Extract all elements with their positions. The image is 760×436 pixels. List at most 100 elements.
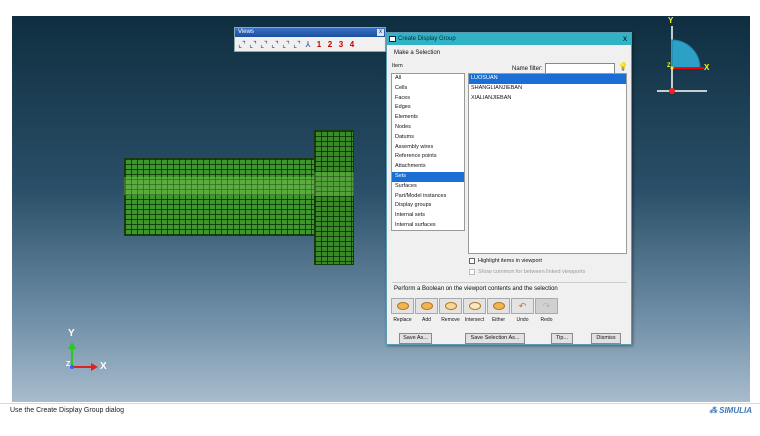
item-internal-surfaces[interactable]: Internal surfaces (392, 221, 464, 231)
show-common-row: Show common for between linked viewports (469, 269, 585, 275)
highlight-items-checkbox[interactable] (469, 258, 475, 264)
intersect-button[interactable] (463, 298, 486, 314)
set-item-luosuan[interactable]: LUOSUAN (469, 74, 626, 84)
item-sets[interactable]: Sets (392, 171, 464, 182)
set-item-shanglianjieban[interactable]: SHANGLIANJIEBAN (469, 84, 626, 94)
replace-icon (396, 302, 409, 310)
set-list[interactable]: LUOSUAN SHANGLIANJIEBAN XIALIANJIEBAN (468, 73, 627, 254)
item-header: Item (392, 63, 403, 69)
item-datums[interactable]: Datums (392, 133, 464, 143)
user-view-3-button[interactable]: 3 (336, 40, 346, 49)
simulia-logo: ⁂ SIMULIA (709, 406, 752, 415)
set-item-xialianjieban[interactable]: XIALIANJIEBAN (469, 94, 626, 104)
user-view-2-button[interactable]: 2 (325, 40, 335, 49)
redo-icon: ↷ (542, 300, 551, 311)
view-iso-icon[interactable]: ⅄ (303, 39, 313, 50)
user-view-4-button[interactable]: 4 (347, 40, 357, 49)
views-buttons: ⌞⌝ ⌞⌝ ⌞⌝ ⌞⌝ ⌞⌝ ⌞⌝ ⅄ 1 2 3 4 (235, 37, 385, 52)
views-toolbar-title: Views x (235, 28, 385, 37)
replace-button[interactable] (391, 298, 414, 314)
redo-label: Redo (540, 317, 553, 323)
add-label: Add (422, 317, 431, 323)
view-bottom-icon[interactable]: ⌞⌝ (270, 39, 280, 50)
dismiss-button[interactable]: Dismiss (591, 333, 621, 344)
item-all[interactable]: All (392, 74, 464, 84)
boolean-buttons: ↶ ↷ (391, 298, 558, 314)
add-icon (420, 302, 433, 310)
create-display-group-dialog: Create Display Group x Make a Selection … (386, 32, 632, 345)
either-label: Either (491, 317, 506, 323)
mesh-shaft[interactable] (124, 158, 316, 236)
status-bar: Use the Create Display Group dialog ⁂ SIM… (0, 403, 760, 421)
triad-x-label: X (100, 361, 107, 372)
coordinate-triad (68, 342, 98, 371)
name-filter-label: Name filter: (512, 66, 543, 72)
dialog-title: Create Display Group (398, 36, 456, 42)
dialog-window-icon (389, 36, 396, 42)
triad-z-label: Z (66, 361, 71, 368)
item-cells[interactable]: Cells (392, 84, 464, 94)
views-close-button[interactable]: x (377, 29, 384, 36)
undo-label: Undo (516, 317, 529, 323)
intersect-label: Intersect (464, 317, 485, 323)
view-top-icon[interactable]: ⌞⌝ (259, 39, 269, 50)
view-right-icon[interactable]: ⌞⌝ (292, 39, 302, 50)
undo-icon: ↶ (518, 300, 527, 311)
mesh-flange-highlight (314, 172, 354, 196)
mesh-shaft-highlight (124, 177, 316, 195)
simulia-logo-icon: ⁂ (709, 406, 718, 415)
item-elements[interactable]: Elements (392, 113, 464, 123)
make-selection-label: Make a Selection (394, 50, 441, 56)
item-attachments[interactable]: Attachments (392, 162, 464, 172)
item-reference-points[interactable]: Reference points (392, 152, 464, 162)
intersect-icon (468, 302, 481, 310)
abaqus-window: Y X Z Y X Z Views x ⌞⌝ ⌞⌝ ⌞⌝ ⌞⌝ ⌞⌝ ⌞⌝ ⅄ (0, 0, 760, 436)
show-common-checkbox (469, 269, 475, 275)
orientation-gizmo (657, 26, 707, 94)
tip-button[interactable]: Tip... (551, 333, 573, 344)
either-icon (492, 302, 505, 310)
item-internal-sets[interactable]: Internal sets (392, 211, 464, 221)
item-surfaces[interactable]: Surfaces (392, 182, 464, 192)
item-list[interactable]: All Cells Faces Edges Elements Nodes Datums Ass… (391, 73, 465, 231)
replace-label: Replace (393, 317, 412, 323)
undo-button[interactable]: ↶ (511, 298, 534, 314)
triad-y-label: Y (68, 328, 75, 339)
remove-label: Remove (441, 317, 460, 323)
model-viewport[interactable]: Y X Z (12, 16, 750, 402)
view-left-icon[interactable]: ⌞⌝ (281, 39, 291, 50)
either-button[interactable] (487, 298, 510, 314)
boolean-label: Perform a Boolean on the viewport conten… (394, 286, 558, 292)
save-as-button[interactable]: Save As... (399, 333, 432, 344)
item-part-model-instances[interactable]: Part/Model instances (392, 192, 464, 202)
dialog-close-icon[interactable]: x (623, 33, 627, 45)
gizmo-x-label: X (704, 63, 710, 72)
gizmo-z-label: Z (667, 63, 671, 69)
status-text: Use the Create Display Group dialog (10, 407, 125, 414)
view-back-icon[interactable]: ⌞⌝ (248, 39, 258, 50)
highlight-items-label: Highlight items in viewport (478, 258, 542, 264)
item-nodes[interactable]: Nodes (392, 123, 464, 133)
simulia-brand: SIMULIA (719, 406, 752, 415)
item-assembly-wires[interactable]: Assembly wires (392, 143, 464, 153)
views-toolbar: Views x ⌞⌝ ⌞⌝ ⌞⌝ ⌞⌝ ⌞⌝ ⌞⌝ ⅄ 1 2 3 4 (234, 27, 386, 52)
item-faces[interactable]: Faces (392, 94, 464, 104)
views-title-text: Views (238, 29, 254, 35)
dialog-title-bar[interactable]: Create Display Group x (387, 33, 631, 45)
gizmo-y-label: Y (668, 16, 674, 25)
redo-button: ↷ (535, 298, 558, 314)
highlight-items-row[interactable]: Highlight items in viewport (469, 258, 542, 264)
view-front-icon[interactable]: ⌞⌝ (237, 39, 247, 50)
user-view-1-button[interactable]: 1 (314, 40, 324, 49)
divider (392, 282, 627, 283)
item-edges[interactable]: Edges (392, 103, 464, 113)
add-button[interactable] (415, 298, 438, 314)
save-selection-as-button[interactable]: Save Selection As... (465, 333, 525, 344)
boolean-labels: Replace Add Remove Intersect Either Undo… (391, 317, 558, 323)
remove-button[interactable] (439, 298, 462, 314)
remove-icon (444, 302, 457, 310)
mesh-flange[interactable] (314, 130, 354, 265)
show-common-label: Show common for between linked viewports (478, 269, 586, 275)
lightbulb-icon[interactable]: 💡 (618, 62, 628, 71)
item-display-groups[interactable]: Display groups (392, 201, 464, 211)
